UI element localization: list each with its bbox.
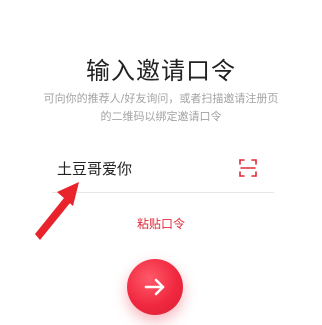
subtitle-line-2: 的二维码以绑定邀请口令 <box>100 110 222 123</box>
arrow-right-icon <box>144 278 165 296</box>
page-title: 输入邀请口令 <box>86 57 236 85</box>
red-arrow-annotation-icon <box>35 182 79 240</box>
invite-code-screen: 输入邀请口令 可向你的推荐人/好友询问，或者扫描邀请注册页 的二维码以绑定邀请口… <box>0 0 322 325</box>
scan-icon[interactable] <box>238 158 258 178</box>
page-subtitle: 可向你的推荐人/好友询问，或者扫描邀请注册页 的二维码以绑定邀请口令 <box>20 90 302 126</box>
submit-arrow-button[interactable] <box>127 259 183 315</box>
subtitle-line-1: 可向你的推荐人/好友询问，或者扫描邀请注册页 <box>43 92 279 105</box>
